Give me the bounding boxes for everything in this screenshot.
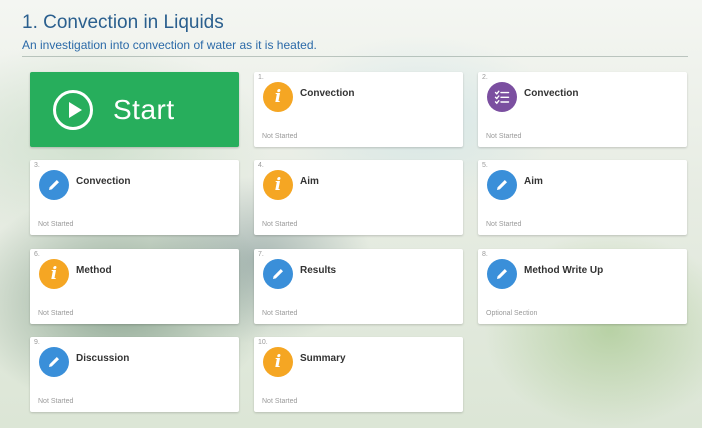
start-label: Start	[113, 93, 175, 125]
pencil-icon	[39, 170, 69, 200]
section-card-9[interactable]: 9. Discussion Not Started	[30, 337, 239, 412]
page-header: 1. Convection in Liquids An investigatio…	[22, 10, 317, 53]
card-number: 6.	[34, 251, 40, 258]
page-subtitle: An investigation into convection of wate…	[22, 38, 317, 52]
card-status: Not Started	[38, 398, 74, 405]
card-title: Convection	[524, 88, 579, 99]
card-title: Aim	[300, 176, 319, 187]
section-card-4[interactable]: 4. i Aim Not Started	[254, 160, 463, 235]
section-card-7[interactable]: 7. Results Not Started	[254, 249, 463, 324]
card-status: Not Started	[262, 310, 298, 317]
card-number: 9.	[34, 339, 40, 346]
pencil-icon	[487, 259, 517, 289]
card-status: Not Started	[38, 221, 74, 228]
card-status: Not Started	[262, 398, 298, 405]
section-card-6[interactable]: 6. i Method Not Started	[30, 249, 239, 324]
card-status: Not Started	[486, 133, 522, 140]
card-number: 8.	[482, 251, 488, 258]
section-card-2[interactable]: 2. Convection Not Started	[478, 72, 687, 147]
card-number: 1.	[258, 74, 264, 81]
header-divider	[22, 56, 688, 57]
card-title: Method Write Up	[524, 265, 604, 276]
section-card-5[interactable]: 5. Aim Not Started	[478, 160, 687, 235]
card-number: 3.	[34, 162, 40, 169]
card-status: Not Started	[262, 221, 298, 228]
card-number: 2.	[482, 74, 488, 81]
card-title: Convection	[300, 88, 355, 99]
section-card-10[interactable]: 10. i Summary Not Started	[254, 337, 463, 412]
card-number: 10.	[258, 339, 268, 346]
info-icon: i	[39, 259, 69, 289]
card-status: Not Started	[38, 310, 74, 317]
card-status: Optional Section	[486, 310, 538, 317]
pencil-icon	[487, 170, 517, 200]
pencil-icon	[39, 347, 69, 377]
card-number: 7.	[258, 251, 264, 258]
info-icon: i	[263, 170, 293, 200]
card-title: Discussion	[76, 353, 130, 364]
page-title: 1. Convection in Liquids	[22, 12, 224, 33]
section-card-8[interactable]: 8. Method Write Up Optional Section	[478, 249, 687, 324]
play-icon	[53, 89, 93, 130]
card-number: 5.	[482, 162, 488, 169]
section-card-1[interactable]: 1. i Convection Not Started	[254, 72, 463, 147]
card-title: Aim	[524, 176, 543, 187]
card-title: Convection	[76, 176, 131, 187]
section-card-3[interactable]: 3. Convection Not Started	[30, 160, 239, 235]
card-status: Not Started	[486, 221, 522, 228]
info-icon: i	[263, 82, 293, 112]
card-number: 4.	[258, 162, 264, 169]
card-title: Summary	[300, 353, 346, 364]
info-icon: i	[263, 347, 293, 377]
checklist-icon	[487, 82, 517, 112]
start-button[interactable]: Start	[30, 72, 239, 147]
card-status: Not Started	[262, 133, 298, 140]
pencil-icon	[263, 259, 293, 289]
card-title: Method	[76, 265, 112, 276]
card-title: Results	[300, 265, 337, 276]
